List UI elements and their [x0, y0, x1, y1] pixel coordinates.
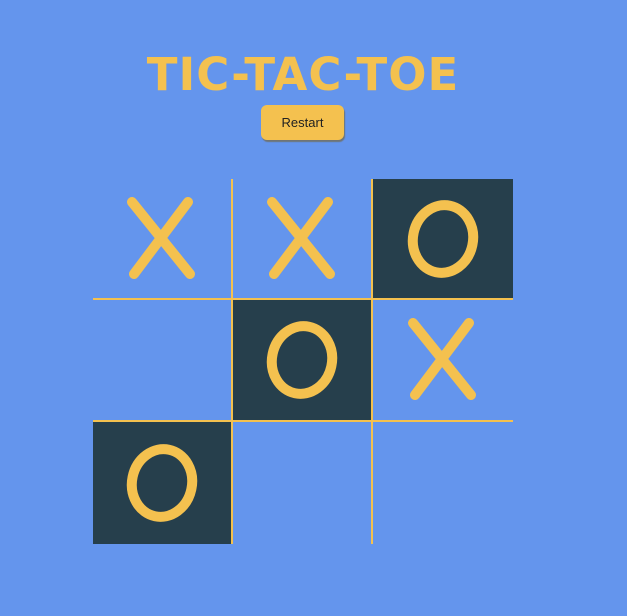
o-mark-icon — [233, 300, 371, 420]
o-mark-icon — [93, 422, 231, 544]
board-cell-9[interactable] — [373, 422, 513, 544]
x-mark-icon — [373, 300, 513, 420]
board-cell-2[interactable] — [233, 179, 373, 300]
board-cell-3[interactable] — [373, 179, 513, 300]
board-cell-5[interactable] — [233, 300, 373, 422]
x-mark-icon — [233, 179, 371, 298]
game-title: TIC-TAC-TOE — [146, 48, 460, 101]
restart-button[interactable]: Restart — [261, 105, 344, 140]
x-mark-icon — [93, 179, 231, 298]
board-cell-7[interactable] — [93, 422, 233, 544]
board-cell-8[interactable] — [233, 422, 373, 544]
board-cell-6[interactable] — [373, 300, 513, 422]
board-cell-1[interactable] — [93, 179, 233, 300]
board-cell-4[interactable] — [93, 300, 233, 422]
game-board — [93, 179, 513, 544]
o-mark-icon — [373, 179, 513, 298]
